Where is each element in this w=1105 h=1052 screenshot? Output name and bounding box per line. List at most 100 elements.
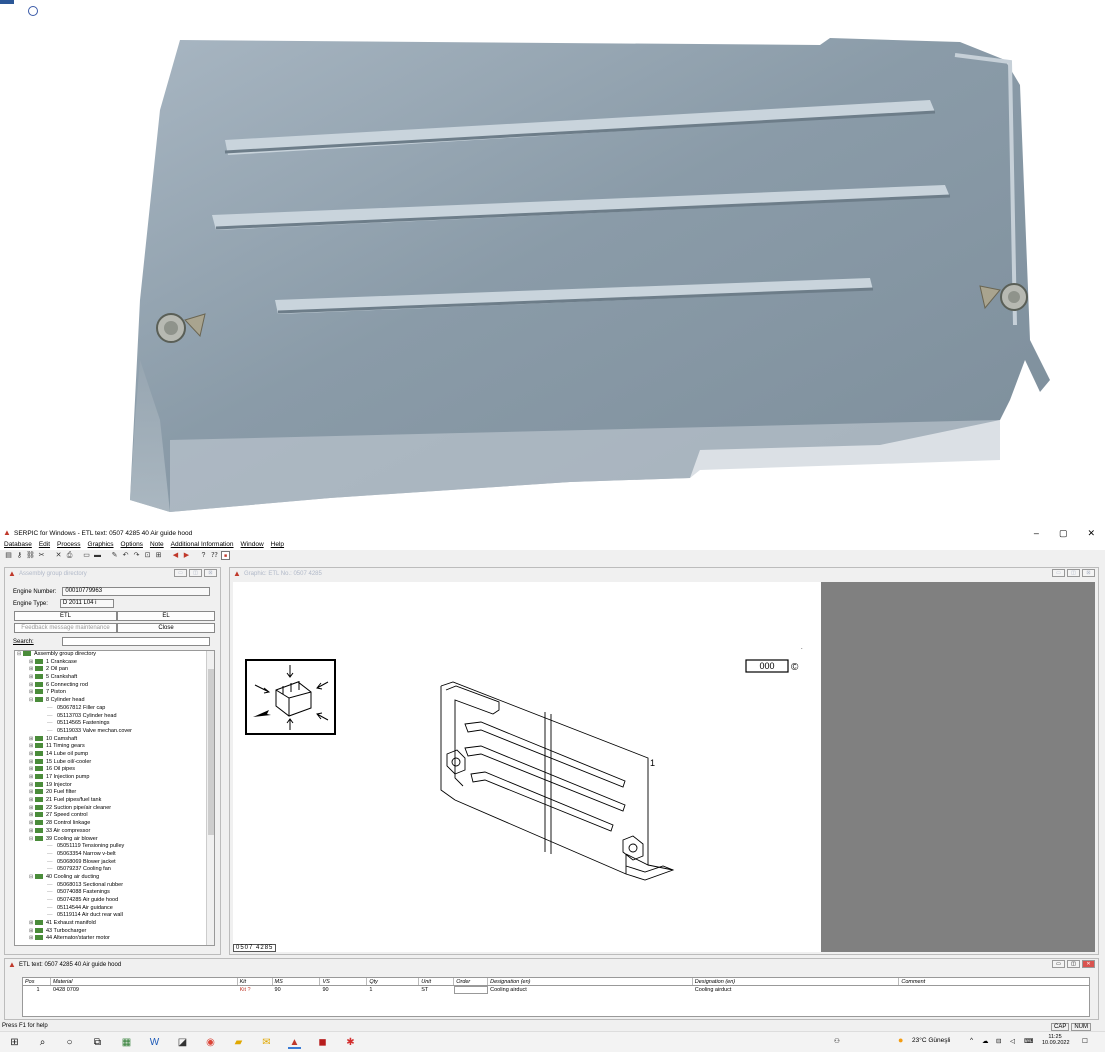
start-icon[interactable]: ⊞ — [8, 1036, 21, 1049]
graphic-minimize-button[interactable]: ▭ — [1052, 569, 1065, 577]
context-help-icon[interactable]: ⁇ — [210, 551, 219, 560]
close-button[interactable]: Close — [117, 623, 215, 633]
database-icon[interactable]: ▤ — [4, 551, 13, 560]
onedrive-icon[interactable]: ☁ — [982, 1037, 989, 1045]
menu-graphics[interactable]: Graphics — [88, 541, 114, 548]
tree-leaf-item[interactable]: —05074088 Fastenings — [15, 889, 214, 897]
tree-group-item[interactable]: ⊞ 6 Connecting rod — [15, 682, 214, 690]
tree-group-item[interactable]: ⊟ Assembly group directory — [15, 651, 214, 659]
arrow-right-icon[interactable]: ▶ — [182, 551, 191, 560]
col-comment[interactable]: Comment — [899, 978, 1089, 985]
menu-help[interactable]: Help — [271, 541, 284, 548]
app-black-icon[interactable]: ◪ — [176, 1036, 189, 1049]
arrow-left-icon[interactable]: ◀ — [171, 551, 180, 560]
engine-number-field[interactable]: 00010779963 — [62, 587, 211, 596]
tree-scrollbar[interactable] — [206, 651, 214, 945]
word-icon[interactable]: W — [148, 1036, 161, 1049]
tree-leaf-item[interactable]: —05119114 Air duct rear wall — [15, 912, 214, 920]
col-order[interactable]: Order — [454, 978, 489, 985]
menu-additional-information[interactable]: Additional Information — [171, 541, 234, 548]
tree-group-item[interactable]: ⊞ 22 Suction pipe/air cleaner — [15, 805, 214, 813]
undo-icon[interactable]: ↶ — [121, 551, 130, 560]
col-designation-1[interactable]: Designation (en) — [488, 978, 693, 985]
search-icon[interactable]: ⌕ — [36, 1036, 49, 1049]
fit-icon[interactable]: ⊞ — [154, 551, 163, 560]
tree-group-item[interactable]: ⊞ 27 Speed control — [15, 812, 214, 820]
tree-leaf-item[interactable]: —05079237 Cooling fan — [15, 866, 214, 874]
cross-icon[interactable]: ✕ — [54, 551, 63, 560]
tree-group-item[interactable]: ⊞ 43 Turbocharger — [15, 928, 214, 936]
tree-group-item[interactable]: ⊞ 33 Air compressor — [15, 828, 214, 836]
panel-restore-button[interactable]: ◫ — [189, 569, 202, 577]
minimize-button[interactable]: – — [1034, 528, 1039, 539]
print-icon[interactable]: ⎙ — [65, 551, 74, 560]
tree-group-item[interactable]: ⊟ 39 Cooling air blower — [15, 836, 214, 844]
tree-group-item[interactable]: ⊞ 17 Injection pump — [15, 774, 214, 782]
graphic-restore-button[interactable]: ◫ — [1067, 569, 1080, 577]
maximize-button[interactable]: ▢ — [1059, 528, 1068, 539]
col-qty[interactable]: Qty — [367, 978, 420, 985]
col-material[interactable]: Material — [51, 978, 238, 985]
key-icon[interactable]: ⚷ — [15, 551, 24, 560]
tree-group-item[interactable]: ⊞ 10 Camshaft — [15, 736, 214, 744]
menu-window[interactable]: Window — [241, 541, 264, 548]
tree-group-item[interactable]: ⊞ 41 Exhaust manifold — [15, 920, 214, 928]
col-pos[interactable]: Pos — [23, 978, 51, 985]
excel-icon[interactable]: ▦ — [120, 1036, 133, 1049]
zoom-icon[interactable]: ⊡ — [143, 551, 152, 560]
link-icon[interactable]: ⛓ — [26, 551, 35, 560]
serpic-taskbar-icon[interactable]: ▲ — [288, 1036, 301, 1049]
volume-icon[interactable]: ◁ — [1010, 1037, 1015, 1045]
tree-group-item[interactable]: ⊞ 7 Piston — [15, 689, 214, 697]
tree-group-item[interactable]: ⊞ 19 Injector — [15, 782, 214, 790]
weather-text[interactable]: 23°C Güneşli — [912, 1037, 950, 1044]
red-app-icon[interactable]: ✱ — [344, 1036, 357, 1049]
menu-database[interactable]: Database — [4, 541, 32, 548]
tree-scroll-thumb[interactable] — [208, 669, 214, 835]
assembly-tree[interactable]: ⊟ Assembly group directory ⊞ 1 Crankcase ⊞ 2 … — [14, 650, 215, 946]
tree-group-item[interactable]: ⊟ 8 Cylinder head — [15, 697, 214, 705]
col-unit[interactable]: Unit — [419, 978, 455, 985]
tree-group-item[interactable]: ⊞ 44 Alternator/starter motor — [15, 935, 214, 943]
tray-chevron-icon[interactable]: ^ — [970, 1037, 973, 1044]
tree-leaf-item[interactable]: —05051119 Tensioning pulley — [15, 843, 214, 851]
cell-order-input[interactable] — [454, 986, 489, 994]
etl-close-button[interactable]: ✕ — [1082, 960, 1095, 968]
cell-kit[interactable]: Kit ? — [238, 986, 273, 994]
help-icon[interactable]: ? — [199, 551, 208, 560]
network-icon[interactable]: ⊟ — [996, 1037, 1001, 1045]
search-input[interactable] — [61, 637, 210, 646]
tree-leaf-item[interactable]: —05114544 Air guidance — [15, 905, 214, 913]
panel-minimize-button[interactable]: ▭ — [174, 569, 187, 577]
tree-group-item[interactable]: ⊟ 40 Cooling air ducting — [15, 874, 214, 882]
acrobat-icon[interactable]: ◼ — [316, 1036, 329, 1049]
people-icon[interactable]: ⚇ — [834, 1037, 840, 1045]
engine-type-field[interactable]: D 2011 L04 i — [59, 599, 114, 608]
tree-leaf-item[interactable]: —05113703 Cylinder head — [15, 713, 214, 721]
technical-drawing[interactable]: 000 © . 1 0507 4285 — [233, 582, 821, 952]
file-explorer-icon[interactable]: ▰ — [232, 1036, 245, 1049]
etl-minimize-button[interactable]: ▭ — [1052, 960, 1065, 968]
task-view-icon[interactable]: ⧉ — [91, 1036, 104, 1049]
graphic-close-button[interactable]: ⊠ — [1082, 569, 1095, 577]
exit-icon[interactable]: ■ — [221, 551, 230, 560]
col-ms[interactable]: MS — [273, 978, 321, 985]
tree-group-item[interactable]: ⊞ 11 Timing gears — [15, 743, 214, 751]
cortana-icon[interactable]: ○ — [63, 1036, 76, 1049]
folder-mail-icon[interactable]: ✉ — [260, 1036, 273, 1049]
table-row[interactable]: 1 0428 0709 Kit ? 90 90 1 ST Cooling air… — [23, 986, 1089, 994]
col-vs[interactable]: VS — [320, 978, 368, 985]
tree-group-item[interactable]: ⊞ 28 Control linkage — [15, 820, 214, 828]
el-button[interactable]: EL — [117, 611, 215, 621]
chrome-icon[interactable]: ◉ — [204, 1036, 217, 1049]
col-kit[interactable]: Kit — [238, 978, 273, 985]
tree-leaf-item[interactable]: —05119033 Valve mechan.cover — [15, 728, 214, 736]
redo-icon[interactable]: ↷ — [132, 551, 141, 560]
close-window-button[interactable]: ✕ — [1087, 528, 1095, 539]
tree-group-item[interactable]: ⊞ 16 Oil pipes — [15, 766, 214, 774]
tree-leaf-item[interactable]: —05063354 Narrow v-belt — [15, 851, 214, 859]
tree-leaf-item[interactable]: —05114565 Fastenings — [15, 720, 214, 728]
panel-close-button[interactable]: ⊠ — [204, 569, 217, 577]
tree-leaf-item[interactable]: —05068069 Blower jacket — [15, 859, 214, 867]
cut-icon[interactable]: ✂ — [37, 551, 46, 560]
